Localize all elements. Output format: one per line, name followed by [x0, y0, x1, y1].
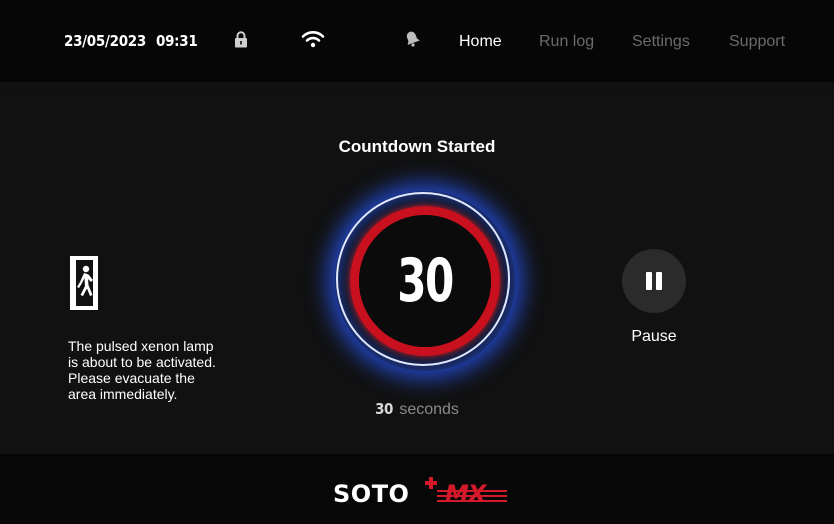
countdown-value: 30	[397, 246, 454, 316]
time-text: 09:31	[155, 32, 198, 50]
seconds-label: seconds	[399, 401, 459, 418]
nav-settings[interactable]: Settings	[632, 33, 690, 51]
nav-run-log[interactable]: Run log	[539, 33, 594, 51]
bell-icon[interactable]	[404, 30, 420, 52]
warning-line: is about to be activated.	[68, 354, 216, 370]
evacuation-warning: The pulsed xenon lamp is about to be act…	[68, 338, 268, 402]
pause-label: Pause	[631, 328, 677, 345]
warning-line: The pulsed xenon lamp	[68, 338, 214, 354]
warning-line: area immediately.	[68, 386, 178, 402]
countdown-ring: 30	[322, 178, 528, 384]
nav-support[interactable]: Support	[729, 33, 785, 51]
header-divider	[0, 82, 834, 94]
lock-icon	[234, 31, 248, 53]
seconds-remaining: 30 seconds	[0, 400, 834, 419]
pause-button[interactable]	[622, 249, 686, 313]
datetime-display: 23/05/2023 09:31	[64, 32, 198, 50]
nav-home[interactable]: Home	[459, 33, 502, 51]
date-text: 23/05/2023	[64, 32, 146, 50]
seconds-value: 30	[375, 400, 393, 418]
logo-cross-icon	[425, 477, 437, 489]
logo-suffix: MX	[445, 480, 486, 508]
footer-bar	[0, 454, 834, 524]
emergency-exit-icon	[69, 255, 99, 316]
warning-line: Please evacuate the	[68, 370, 195, 386]
logo-text: SOTO	[333, 480, 410, 508]
wifi-icon	[301, 30, 325, 53]
countdown-title: Countdown Started	[338, 137, 496, 156]
